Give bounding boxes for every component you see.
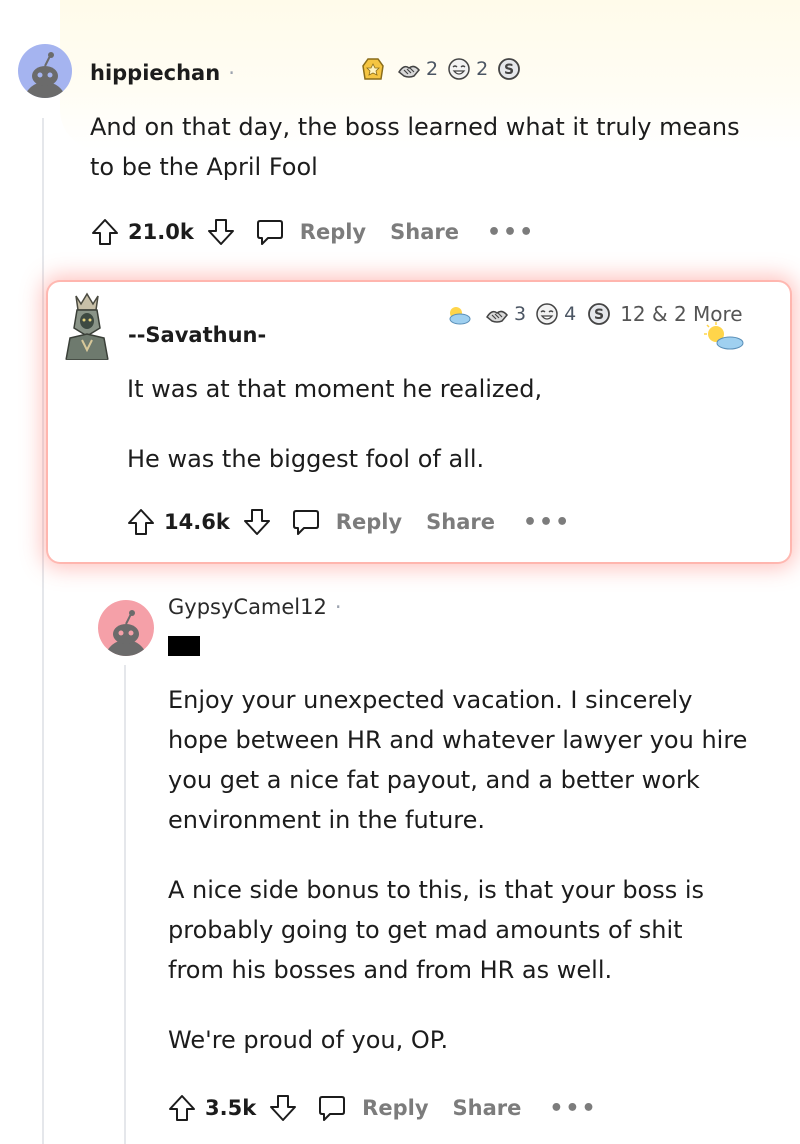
reply-label[interactable]: Reply (362, 1096, 428, 1120)
more-options-button[interactable]: ••• (549, 1096, 597, 1121)
comment-line: And on that day, the boss learned what i… (90, 113, 740, 141)
redaction-box (168, 636, 200, 656)
comment-line: We're proud of you, OP. (168, 1026, 449, 1054)
avatar[interactable] (60, 290, 114, 360)
downvote-icon[interactable] (240, 505, 274, 539)
comment-line: to be the April Fool (90, 153, 318, 181)
comment-line: probably going to get mad amounts of shi… (168, 916, 683, 944)
vote-score: 21.0k (128, 220, 194, 244)
username-text[interactable]: --Savathun- (128, 323, 266, 347)
share-button[interactable]: Share (390, 220, 459, 244)
downvote-icon[interactable] (266, 1091, 300, 1125)
comment-bubble-icon (256, 220, 283, 245)
more-options-button[interactable]: ••• (523, 510, 571, 535)
avatar[interactable] (98, 600, 154, 656)
comment-body: It was at that moment he realized, He wa… (127, 369, 767, 479)
comment-bubble-icon (319, 1096, 346, 1121)
comment-bubble-icon (292, 510, 319, 535)
comment-body: And on that day, the boss learned what i… (90, 107, 790, 187)
downvote-icon[interactable] (204, 215, 238, 249)
awards-row[interactable]: 3 4 S 12 & 2 More (440, 301, 743, 327)
reply-button[interactable]: Reply (290, 505, 402, 539)
more-options-button[interactable]: ••• (487, 220, 535, 245)
sun-cloud-award-icon (449, 307, 471, 325)
laughing-face-award-icon (448, 58, 470, 80)
award-count: 3 (514, 303, 527, 325)
awards-row[interactable]: 2 2 S (360, 56, 522, 82)
vote-score: 3.5k (205, 1096, 257, 1120)
svg-text:S: S (594, 307, 604, 323)
svg-text:S: S (504, 62, 514, 78)
action-bar: 3.5k Reply Share ••• (165, 1086, 598, 1130)
comment-line: you get a nice fat payout, and a better … (168, 766, 700, 794)
snoo-avatar-icon (23, 52, 67, 98)
comment-line: from his bosses and from HR as well. (168, 956, 613, 984)
upvote-icon[interactable] (88, 215, 122, 249)
gold-award-icon (362, 58, 384, 80)
comment-line: hope between HR and whatever lawyer you … (168, 726, 748, 754)
comment-line: Enjoy your unexpected vacation. I sincer… (168, 686, 693, 714)
username-text[interactable]: hippiechan (90, 61, 220, 85)
reply-label[interactable]: Reply (336, 510, 402, 534)
sun-cloud-award-icon (704, 322, 744, 350)
share-button[interactable]: Share (453, 1096, 522, 1120)
separator-dot: · (228, 61, 235, 85)
silver-coin-award-icon: S (588, 303, 611, 325)
handshake-award-icon (486, 310, 508, 323)
award-count: 2 (476, 58, 489, 80)
handshake-award-icon (398, 65, 420, 78)
comment-line: He was the biggest fool of all. (127, 445, 485, 473)
avatar[interactable] (18, 44, 72, 98)
action-bar: 21.0k Reply Share ••• (88, 210, 535, 254)
upvote-icon[interactable] (124, 505, 158, 539)
award-count: 2 (426, 58, 439, 80)
comment-body: Enjoy your unexpected vacation. I sincer… (168, 680, 788, 1060)
upvote-icon[interactable] (165, 1091, 199, 1125)
reply-button[interactable]: Reply (254, 215, 366, 249)
thread-line-1[interactable] (42, 118, 44, 1144)
username[interactable]: --Savathun- (128, 323, 266, 347)
snoo-avatar-icon (104, 610, 148, 656)
username[interactable]: GypsyCamel12 · (168, 595, 342, 619)
comment-line: environment in the future. (168, 806, 486, 834)
reply-button[interactable]: Reply (316, 1091, 429, 1125)
share-button[interactable]: Share (426, 510, 495, 534)
armored-character-avatar-icon (65, 292, 109, 360)
action-bar: 14.6k Reply Share ••• (124, 500, 571, 544)
silver-coin-award-icon: S (498, 58, 521, 80)
award-count: 4 (564, 303, 577, 325)
username[interactable]: hippiechan · (90, 61, 235, 85)
thread-line-3[interactable] (124, 665, 126, 1144)
comment-line: A nice side bonus to this, is that your … (168, 876, 705, 904)
vote-score: 14.6k (164, 510, 230, 534)
separator-dot: · (334, 595, 342, 619)
username-text[interactable]: GypsyCamel12 (168, 595, 327, 619)
comment-line: It was at that moment he realized, (127, 375, 543, 403)
laughing-face-award-icon (536, 303, 558, 325)
reply-label[interactable]: Reply (300, 220, 366, 244)
